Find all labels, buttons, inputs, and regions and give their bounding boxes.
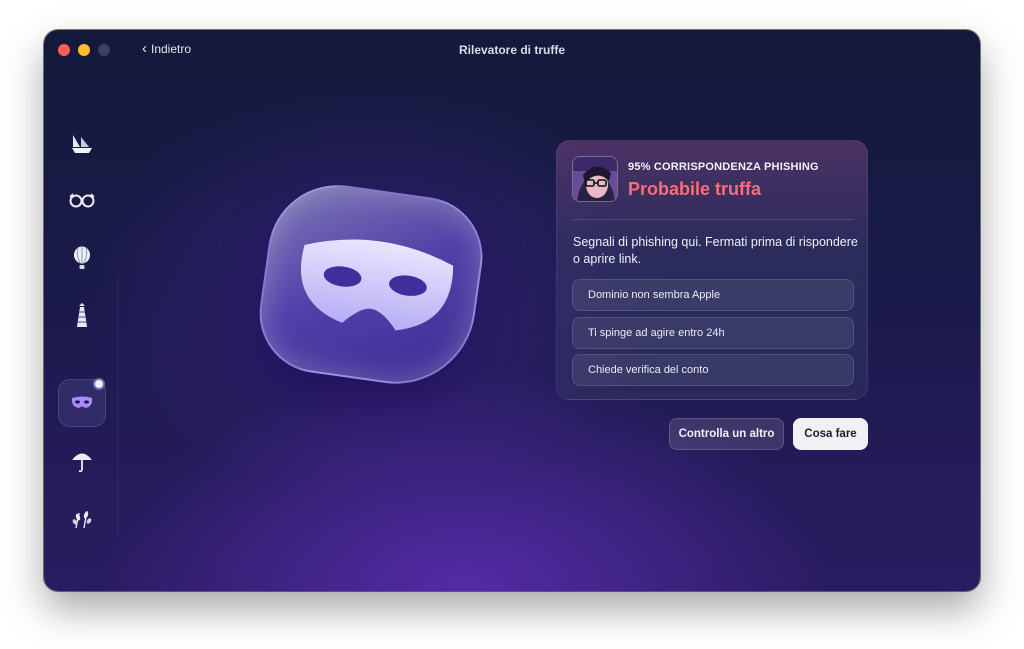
result-description: Segnali di phishing qui. Fermati prima d… <box>573 235 858 266</box>
mask-icon <box>71 396 93 408</box>
match-label: 95% CORRISPONDENZA PHISHING <box>628 161 819 173</box>
hero-illustration <box>251 176 491 394</box>
sidebar-item-glasses[interactable] <box>58 176 106 224</box>
glasses-icon <box>69 193 95 208</box>
signal-item: Dominio non sembra Apple <box>572 279 854 311</box>
signal-item: Chiede verifica del conto <box>572 354 854 386</box>
sidebar-item-lighthouse[interactable] <box>58 292 106 340</box>
wheat-icon <box>72 510 92 529</box>
verdict-title: Probabile truffa <box>628 179 762 199</box>
sidebar-item-ship[interactable] <box>58 120 106 168</box>
result-card: 95% CORRISPONDENZA PHISHING Probabile tr… <box>556 140 868 400</box>
what-to-do-button[interactable]: Cosa fare <box>793 418 868 450</box>
balloon-icon <box>74 246 90 269</box>
sidebar-item-umbrella[interactable] <box>58 437 106 485</box>
umbrella-icon <box>72 453 92 473</box>
avatar <box>572 156 618 202</box>
window-title: Rilevatore di truffe <box>458 43 566 57</box>
avatar-image <box>573 157 617 201</box>
sidebar-divider <box>117 275 118 535</box>
sidebar-item-balloon[interactable] <box>58 234 106 282</box>
sidebar-item-wheat[interactable] <box>58 494 106 542</box>
signal-item: Ti spinge ad agire entro 24h <box>572 317 854 349</box>
mask-icon <box>301 239 454 331</box>
lighthouse-icon <box>77 303 87 327</box>
card-divider <box>572 219 854 220</box>
ship-icon <box>72 135 92 153</box>
sidebar-item-mask[interactable] <box>58 378 106 427</box>
app-window: ‹ Indietro Rilevatore di truffe 95% CORR… <box>44 30 980 591</box>
active-indicator <box>93 378 105 390</box>
check-another-button[interactable]: Controlla un altro <box>669 418 784 450</box>
